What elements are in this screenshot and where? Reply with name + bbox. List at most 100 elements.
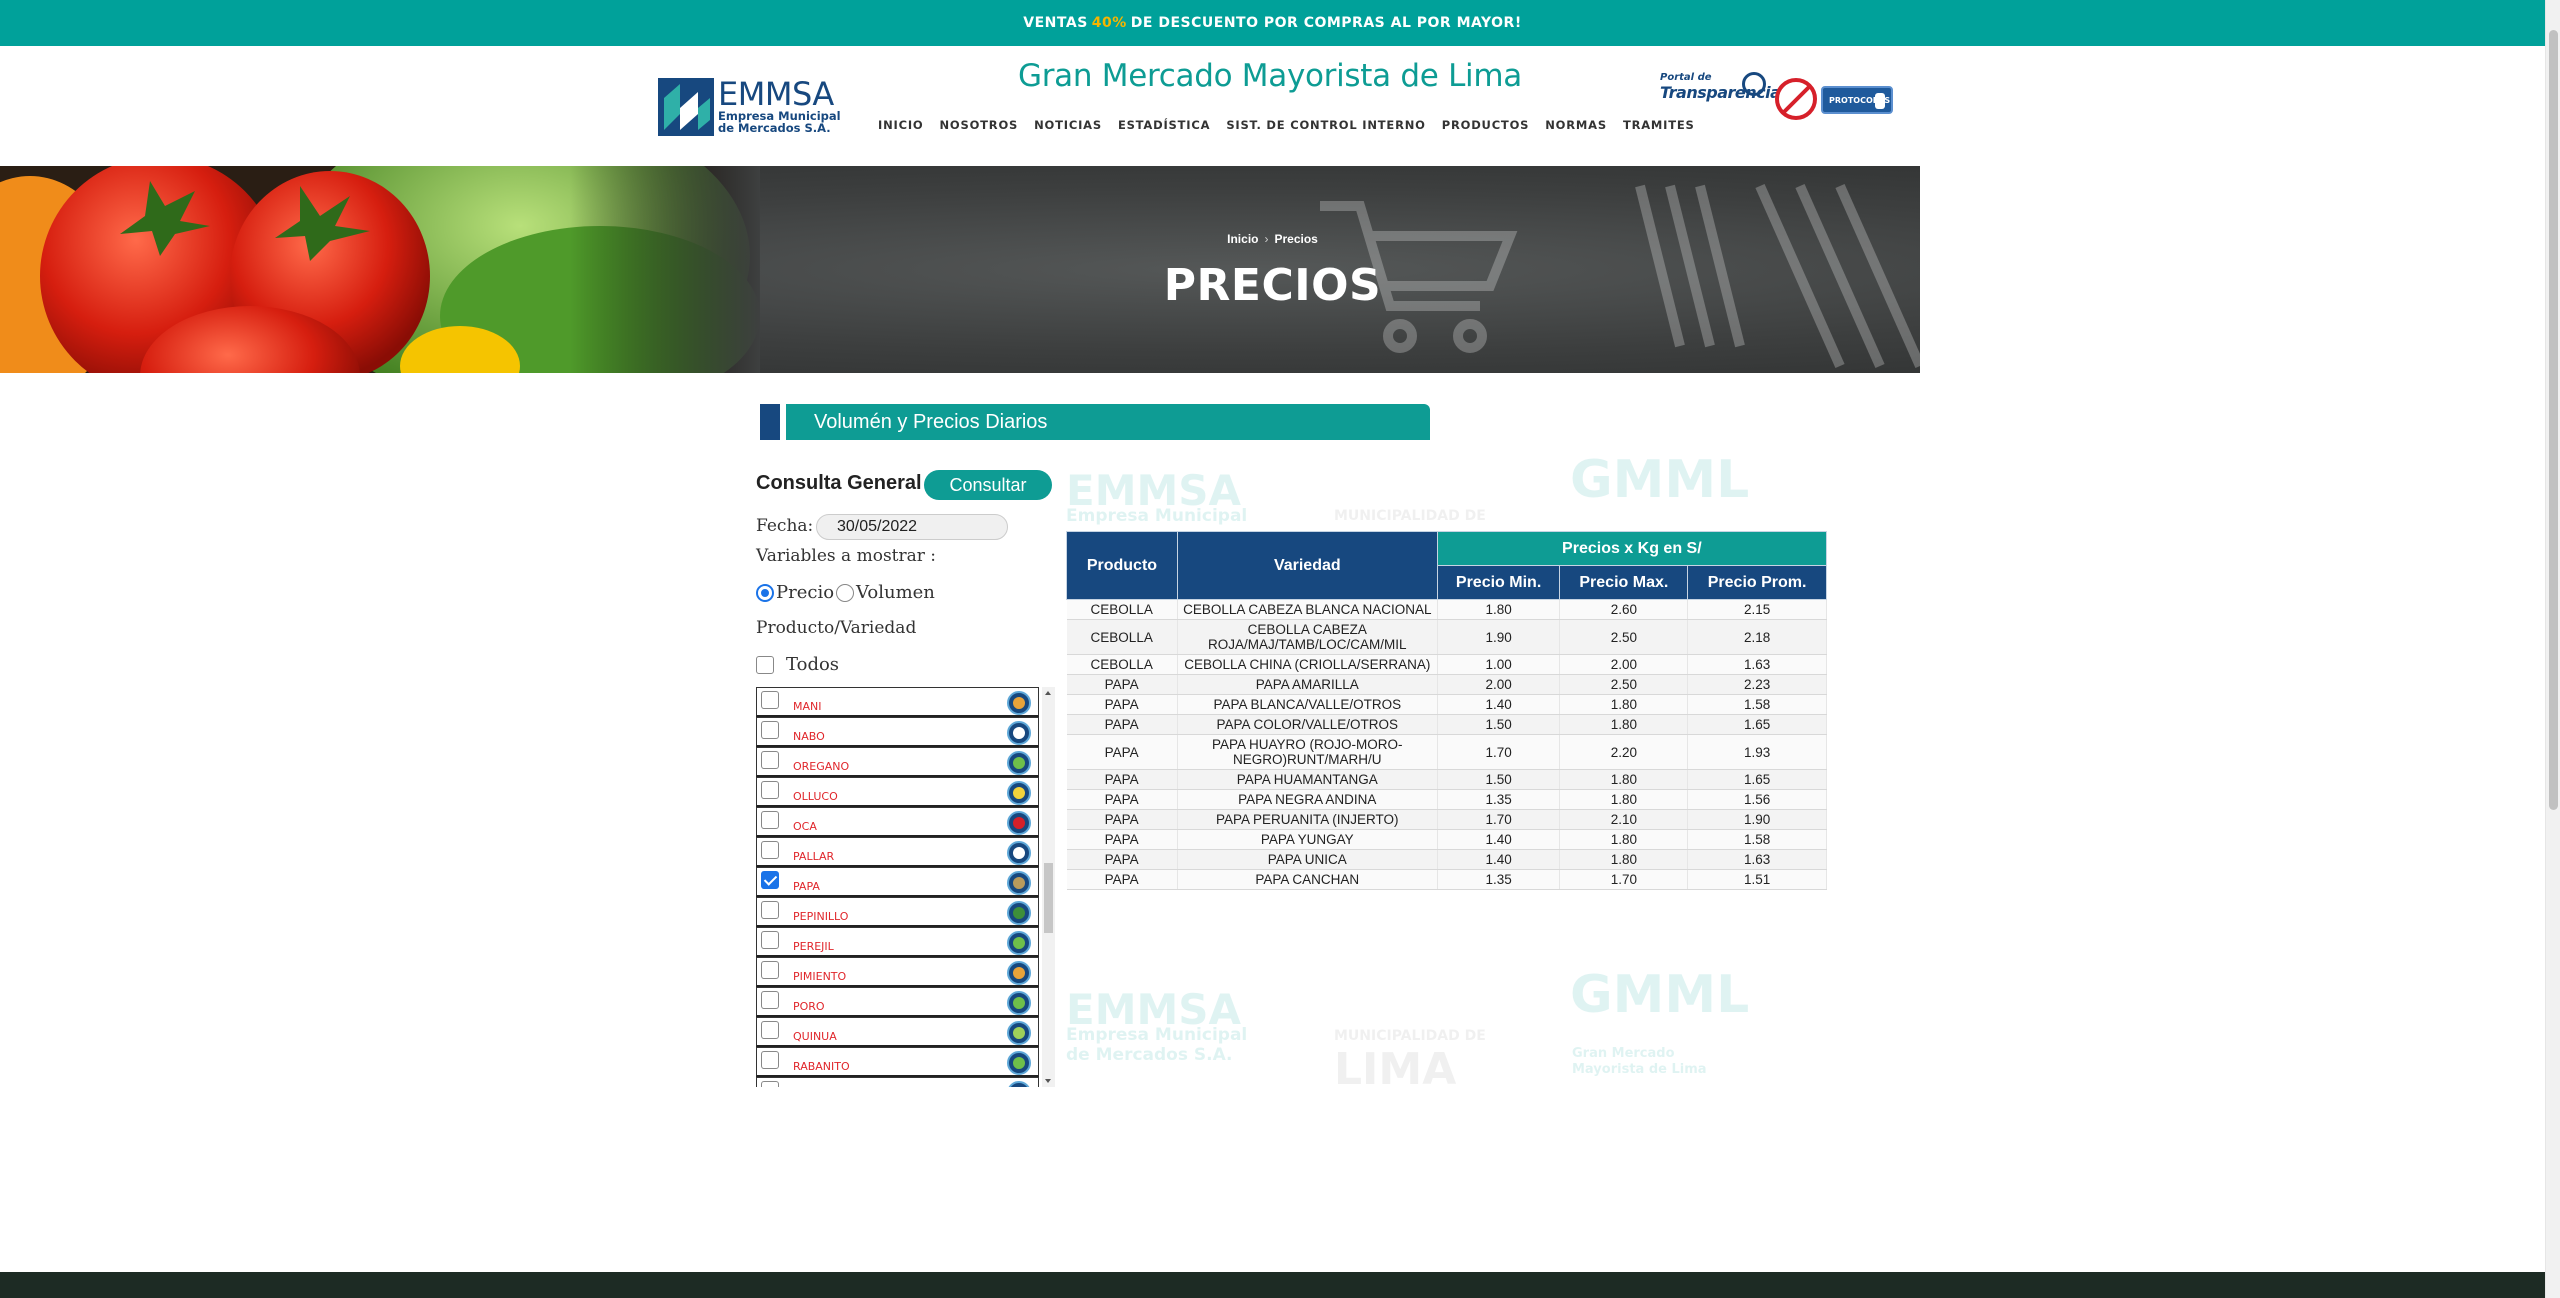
product-name: PALLAR bbox=[793, 850, 835, 863]
cell-variedad: CEBOLLA CHINA (CRIOLLA/SERRANA) bbox=[1177, 654, 1438, 675]
cell-precio-max: 2.00 bbox=[1559, 654, 1689, 675]
cell-producto: PAPA bbox=[1066, 809, 1178, 830]
cell-precio-prom: 1.93 bbox=[1687, 734, 1827, 770]
emmsa-logo[interactable]: EMMSA Empresa Municipal de Mercados S.A. bbox=[658, 78, 841, 136]
emmsa-logo-mark bbox=[658, 78, 714, 136]
cell-producto: PAPA bbox=[1066, 694, 1178, 715]
product-name: NABO bbox=[793, 730, 825, 743]
table-row: CEBOLLA CEBOLLA CABEZA BLANCA NACIONAL 1.8… bbox=[1066, 599, 1827, 620]
fecha-input[interactable] bbox=[816, 514, 1008, 540]
page-scroll-thumb[interactable] bbox=[2549, 30, 2558, 810]
page-scrollbar[interactable] bbox=[2545, 0, 2560, 1298]
product-row[interactable]: OCA bbox=[756, 807, 1039, 837]
cell-precio-max: 2.20 bbox=[1559, 734, 1689, 770]
cell-precio-prom: 1.51 bbox=[1687, 869, 1827, 890]
product-row[interactable]: QUINUA bbox=[756, 1017, 1039, 1047]
cell-precio-min: 1.40 bbox=[1437, 829, 1561, 850]
cell-precio-min: 1.40 bbox=[1437, 694, 1561, 715]
scroll-thumb[interactable] bbox=[1044, 863, 1053, 933]
product-row[interactable]: RABANITO bbox=[756, 1047, 1039, 1077]
product-row[interactable] bbox=[756, 1077, 1039, 1087]
cell-producto: CEBOLLA bbox=[1066, 599, 1178, 620]
cell-variedad: PAPA BLANCA/VALLE/OTROS bbox=[1177, 694, 1438, 715]
product-checkbox[interactable] bbox=[761, 841, 779, 859]
nav-estadistica[interactable]: ESTADÍSTICA bbox=[1118, 118, 1210, 132]
nav-inicio[interactable]: INICIO bbox=[878, 118, 923, 132]
radio-precio[interactable] bbox=[756, 583, 774, 602]
cell-precio-min: 1.70 bbox=[1437, 734, 1561, 770]
fecha-label: Fecha: bbox=[756, 516, 814, 536]
product-checkbox[interactable] bbox=[761, 871, 779, 889]
cell-precio-max: 2.50 bbox=[1559, 619, 1689, 655]
watermark-gmml-2: GMML bbox=[1570, 965, 1750, 1025]
portal-transparencia-link[interactable]: Portal de Transparencia bbox=[1660, 72, 1781, 124]
product-list-scrollbar[interactable] bbox=[1042, 687, 1055, 1087]
cell-precio-prom: 1.63 bbox=[1687, 654, 1827, 675]
cell-precio-prom: 1.90 bbox=[1687, 809, 1827, 830]
radio-precio-label: Precio bbox=[776, 582, 835, 603]
product-row[interactable]: OREGANO bbox=[756, 747, 1039, 777]
radio-volumen[interactable] bbox=[836, 583, 855, 602]
pte-seal-icon bbox=[1742, 72, 1766, 96]
product-icon bbox=[1007, 871, 1031, 895]
scroll-up-icon[interactable] bbox=[1045, 691, 1051, 695]
cell-precio-max: 2.10 bbox=[1559, 809, 1689, 830]
nav-control-interno[interactable]: SIST. DE CONTROL INTERNO bbox=[1226, 118, 1425, 132]
nav-noticias[interactable]: NOTICIAS bbox=[1034, 118, 1102, 132]
product-checkbox[interactable] bbox=[761, 811, 779, 829]
nav-nosotros[interactable]: NOSOTROS bbox=[939, 118, 1018, 132]
breadcrumb: Inicio › Precios bbox=[0, 232, 1920, 246]
product-checkbox[interactable] bbox=[761, 1081, 779, 1087]
todos-label: Todos bbox=[786, 654, 840, 675]
cell-precio-prom: 1.58 bbox=[1687, 829, 1827, 850]
no-covid-icon[interactable] bbox=[1775, 78, 1817, 120]
product-row[interactable]: PEREJIL bbox=[756, 927, 1039, 957]
product-checkbox[interactable] bbox=[761, 1021, 779, 1039]
nav-productos[interactable]: PRODUCTOS bbox=[1442, 118, 1530, 132]
watermark-gmml-sub1: Gran Mercado bbox=[1572, 1046, 1675, 1061]
product-checkbox[interactable] bbox=[761, 751, 779, 769]
product-row[interactable]: PALLAR bbox=[756, 837, 1039, 867]
cell-precio-min: 1.70 bbox=[1437, 809, 1561, 830]
col-variedad: Variedad bbox=[1176, 531, 1438, 600]
product-checkbox[interactable] bbox=[761, 781, 779, 799]
cell-precio-prom: 1.65 bbox=[1687, 714, 1827, 735]
watermark-gmml-sub2: Mayorista de Lima bbox=[1572, 1062, 1707, 1077]
cell-producto: PAPA bbox=[1066, 849, 1178, 870]
product-row[interactable]: PORO bbox=[756, 987, 1039, 1017]
product-row[interactable]: PAPA bbox=[756, 867, 1039, 897]
product-checkbox[interactable] bbox=[761, 991, 779, 1009]
product-checkbox[interactable] bbox=[761, 691, 779, 709]
scroll-down-icon[interactable] bbox=[1045, 1079, 1051, 1083]
product-row[interactable]: PEPINILLO bbox=[756, 897, 1039, 927]
cell-precio-prom: 2.18 bbox=[1687, 619, 1827, 655]
product-checkbox[interactable] bbox=[761, 901, 779, 919]
product-icon bbox=[1007, 751, 1031, 775]
col-precio-min: Precio Min. bbox=[1436, 565, 1561, 600]
product-row[interactable]: PIMIENTO bbox=[756, 957, 1039, 987]
product-checkbox[interactable] bbox=[761, 1051, 779, 1069]
consultar-button[interactable]: Consultar bbox=[924, 470, 1052, 500]
watermark-emmsa-sub1: Empresa Municipal bbox=[1066, 506, 1248, 526]
protocolos-button[interactable]: PROTOCOLOS bbox=[1821, 86, 1893, 114]
cell-precio-min: 1.40 bbox=[1437, 849, 1561, 870]
cell-variedad: PAPA NEGRA ANDINA bbox=[1177, 789, 1438, 810]
todos-checkbox[interactable] bbox=[756, 655, 774, 674]
product-checkbox[interactable] bbox=[761, 931, 779, 949]
product-row[interactable]: NABO bbox=[756, 717, 1039, 747]
breadcrumb-current: Precios bbox=[1274, 232, 1318, 246]
watermark-lima: LIMA bbox=[1334, 1044, 1457, 1095]
cell-precio-max: 1.80 bbox=[1559, 829, 1689, 850]
cell-precio-min: 1.80 bbox=[1437, 599, 1561, 620]
breadcrumb-home[interactable]: Inicio bbox=[1227, 232, 1258, 246]
product-icon bbox=[1007, 721, 1031, 745]
product-checkbox[interactable] bbox=[761, 961, 779, 979]
nav-normas[interactable]: NORMAS bbox=[1545, 118, 1607, 132]
cell-precio-max: 2.50 bbox=[1559, 674, 1689, 695]
cell-precio-max: 1.80 bbox=[1559, 714, 1689, 735]
product-checkbox[interactable] bbox=[761, 721, 779, 739]
cell-precio-max: 1.80 bbox=[1559, 769, 1689, 790]
product-icon bbox=[1007, 901, 1031, 925]
product-row[interactable]: MANI bbox=[756, 687, 1039, 717]
product-row[interactable]: OLLUCO bbox=[756, 777, 1039, 807]
